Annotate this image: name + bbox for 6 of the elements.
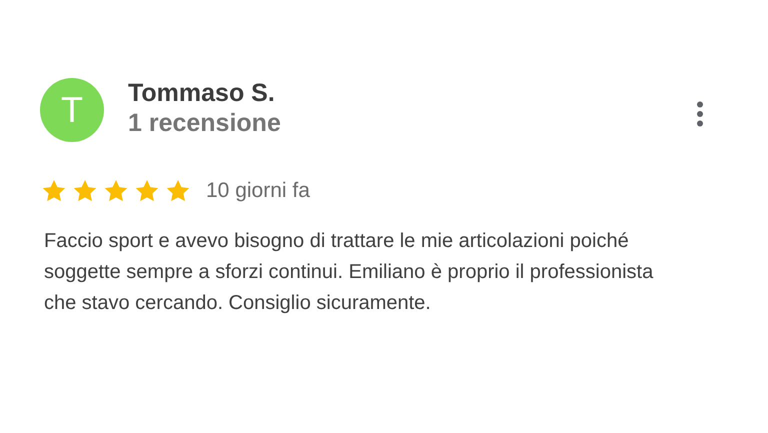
review-text: Faccio sport e avevo bisogno di trattare le mie articolazioni poiché soggette sempre a sforzi continui. Emiliano è proprio il professionista che stavo cercando. Consiglio sicuramente. [44, 229, 654, 316]
review-count: 1 recensione [128, 108, 282, 138]
more-options-icon[interactable] [696, 101, 704, 127]
avatar: T [40, 78, 104, 142]
review-date: 10 giorni fa [206, 179, 310, 203]
reviewer-name: Tommaso S. [128, 78, 276, 108]
